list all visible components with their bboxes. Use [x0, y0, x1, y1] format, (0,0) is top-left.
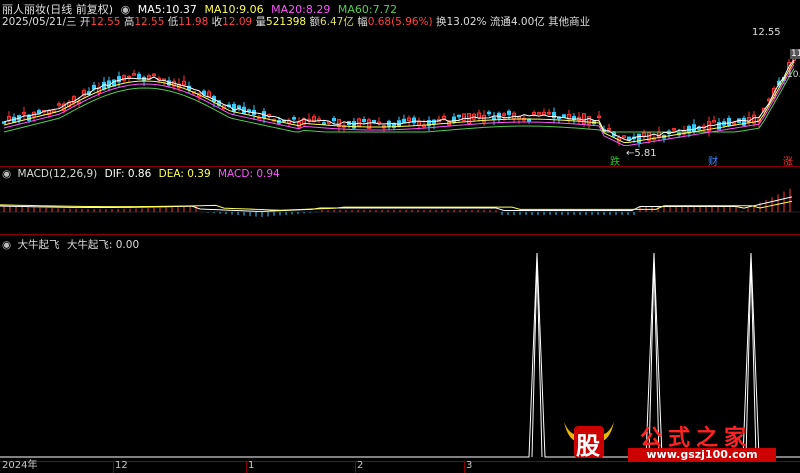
- settings-icon[interactable]: ◉: [2, 168, 11, 180]
- candle-body: [322, 122, 326, 125]
- date-divider: [355, 461, 356, 473]
- dea-value: 0.39: [187, 168, 211, 180]
- turn-value: 13.02%: [446, 16, 487, 28]
- right-mark-1: 11: [790, 49, 800, 59]
- quote-line: 2025/05/21/三 开12.55 高12.55 低11.98 收12.09…: [2, 14, 590, 29]
- dif-value: 0.86: [127, 168, 152, 180]
- float-value: 4.00亿: [510, 16, 545, 28]
- high-value: 12.55: [134, 16, 165, 28]
- date-divider: [464, 461, 465, 473]
- dea-line: [0, 200, 793, 211]
- date-divider: [113, 461, 114, 473]
- float-label: 流通: [489, 16, 511, 28]
- macd-title[interactable]: MACD(12,26,9): [18, 168, 98, 180]
- low-label: 低: [167, 16, 179, 28]
- amt-value: 6.47亿: [319, 16, 354, 28]
- candle-body: [402, 118, 406, 124]
- high-mark: 12.55: [752, 27, 781, 38]
- candle-body: [2, 121, 6, 124]
- candle-body: [432, 119, 436, 125]
- candle-body: [727, 118, 731, 127]
- date-tick-3: 2: [357, 460, 364, 471]
- candle-body: [362, 118, 366, 122]
- date-tick-2: 1: [248, 460, 255, 471]
- candle-body: [292, 117, 296, 120]
- amp-value: 0.68(5.96%): [367, 16, 433, 28]
- open-label: 开: [79, 16, 91, 28]
- candle-body: [507, 110, 511, 115]
- right-mark-2: 10.3: [787, 70, 800, 80]
- date-tick-0: 2024年: [2, 460, 38, 471]
- vol-value: 521398: [266, 16, 307, 28]
- watermark-char: 股: [576, 432, 600, 460]
- candle-body: [487, 111, 491, 115]
- high-label: 高: [123, 16, 135, 28]
- candle-body: [372, 119, 376, 123]
- candle-body: [247, 109, 251, 112]
- candle-body: [692, 124, 696, 133]
- macd-label: MACD: 0.94: [217, 168, 280, 180]
- pane-separator-1: [0, 166, 800, 167]
- indicator-spike-inner: [531, 260, 543, 458]
- close-label: 收: [211, 16, 223, 28]
- turn-label: 换: [435, 16, 447, 28]
- macd-chart[interactable]: [0, 182, 800, 234]
- candle-body: [137, 73, 141, 79]
- vol-label: 量: [255, 16, 267, 28]
- date-tick-4: 3: [466, 460, 473, 471]
- close-value: 12.09: [222, 16, 253, 28]
- dea-label: DEA: 0.39: [158, 168, 211, 180]
- low-mark: ←5.81: [626, 148, 657, 159]
- candle-body: [562, 114, 566, 118]
- macd-header: ◉ MACD(12,26,9) DIF: 0.86 DEA: 0.39 MACD…: [2, 168, 280, 180]
- date-tick-1: 12: [115, 460, 128, 471]
- candle-body: [332, 117, 336, 122]
- pane-separator-2: [0, 234, 800, 235]
- open-value: 12.55: [90, 16, 121, 28]
- dif-line: [0, 196, 793, 212]
- candle-body: [492, 117, 496, 121]
- watermark-url: www.gszj100.com: [628, 448, 776, 462]
- watermark-logo: 股: [560, 416, 618, 462]
- macd-value: 0.94: [256, 168, 280, 180]
- amt-label: 额: [309, 16, 320, 28]
- low-value: 11.98: [178, 16, 209, 28]
- candle-body: [457, 114, 461, 118]
- quote-date: 2025/05/21/三: [2, 16, 77, 28]
- industry: 其他商业: [548, 16, 591, 28]
- date-divider: [246, 461, 247, 473]
- dif-label: DIF: 0.86: [104, 168, 152, 180]
- price-chart[interactable]: [0, 28, 800, 168]
- amp-label: 幅: [357, 16, 368, 28]
